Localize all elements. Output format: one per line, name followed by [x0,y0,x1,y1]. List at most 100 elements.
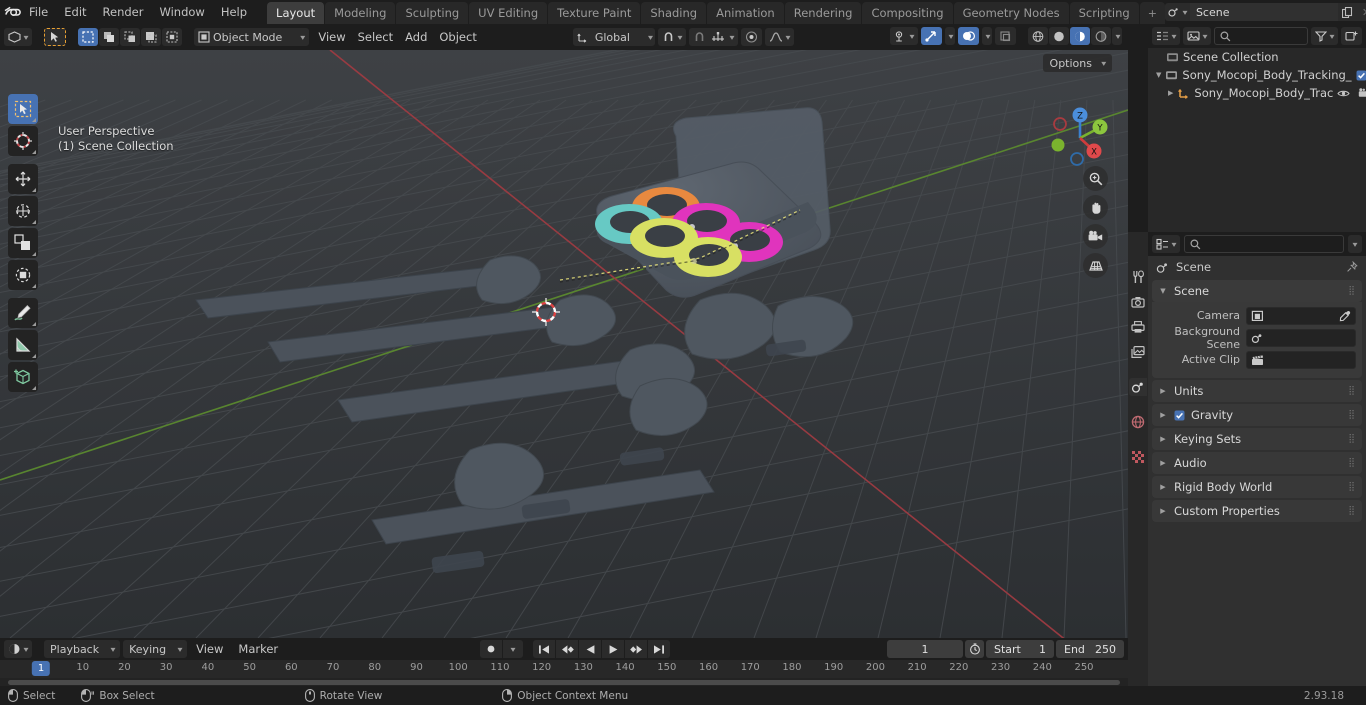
auto-keying-toggle[interactable] [480,640,502,658]
outliner-row-1[interactable]: ▼ Sony_Mocopi_Body_Tracking_ [1148,66,1366,84]
workspace-tab-geometry-nodes[interactable]: Geometry Nodes [953,2,1069,24]
chevron-right-icon[interactable]: ▶ [1158,435,1168,443]
material-preview-icon[interactable] [1069,27,1090,45]
panel-header-rigid-body-world[interactable]: ▶ Rigid Body World ⣿ [1152,476,1362,498]
field-value[interactable] [1246,328,1356,347]
viewport-menu-object[interactable]: Object [433,28,482,46]
rendered-icon[interactable] [1090,27,1111,45]
viewport-menu-select[interactable]: Select [352,28,399,46]
cursor-tool-icon[interactable] [44,28,67,46]
next-keyframe-button[interactable] [625,640,647,658]
camera-view-button[interactable] [1083,224,1108,249]
set-select-icon[interactable] [78,28,99,46]
duplicate-icon[interactable] [1337,3,1357,21]
chevron-right-icon[interactable]: ▶ [1158,483,1168,491]
field-value[interactable] [1246,306,1356,325]
tool-tab[interactable] [1129,268,1147,286]
panel-header-keying-sets[interactable]: ▶ Keying Sets ⣿ [1152,428,1362,450]
add-cube-tool[interactable] [8,362,38,392]
chevron-right-icon[interactable]: ▶ [1158,387,1168,395]
pin-icon[interactable] [1346,261,1358,273]
workspace-tab-animation[interactable]: Animation [707,2,784,24]
outliner-search-input[interactable] [1214,27,1308,45]
overlays-options-dropdown[interactable]: ▾ [981,27,992,45]
object-mode-dropdown[interactable]: Object Mode ▾ [194,28,310,46]
timeline-view-menu[interactable]: View [190,640,229,658]
eyedropper-icon[interactable] [1339,310,1351,322]
menu-window[interactable]: Window [151,2,212,22]
snap-toggle[interactable]: ▾ [657,28,686,46]
zoom-view-button[interactable] [1083,166,1108,191]
timeline-scrollbar[interactable] [0,678,1128,686]
prev-keyframe-button[interactable] [556,640,578,658]
navigation-gizmo[interactable]: Z Y X [1042,100,1118,176]
shading-options-dropdown[interactable]: ▾ [1111,27,1122,45]
add-workspace-button[interactable]: + [1139,2,1165,24]
editor-type-properties-icon[interactable]: ▾ [1152,235,1181,253]
workspace-tab-shading[interactable]: Shading [641,2,707,24]
end-frame-field[interactable]: End 250 [1056,640,1124,658]
menu-file[interactable]: File [21,2,56,22]
new-collection-icon[interactable] [1341,27,1362,45]
timeline-marker-menu[interactable]: Marker [232,640,284,658]
chevron-right-icon[interactable]: ▶ [1158,411,1168,419]
output-tab[interactable] [1129,318,1147,336]
scene-selector[interactable]: ▾ Scene ✕ [1164,3,1366,21]
drag-grip-icon[interactable]: ⣿ [1348,482,1356,491]
gizmo-options-dropdown[interactable]: ▾ [944,27,955,45]
scene-name-field[interactable]: Scene [1189,3,1338,21]
transform-tool[interactable] [8,260,38,290]
intersect-select-icon[interactable] [162,28,183,46]
close-icon[interactable]: ✕ [1356,3,1366,21]
texture-tab[interactable] [1129,448,1147,466]
stopwatch-icon[interactable] [965,640,984,658]
chevron-down-icon[interactable]: ▾ [1347,235,1362,253]
panel-checkbox[interactable] [1174,410,1185,421]
chevron-right-icon[interactable]: ▶ [1168,89,1173,97]
panel-header-audio[interactable]: ▶ Audio ⣿ [1152,452,1362,474]
chevron-down-icon[interactable]: ▼ [1156,71,1161,79]
jump-start-button[interactable] [533,640,555,658]
display-mode-dropdown[interactable]: ▾ [1183,27,1212,45]
drag-grip-icon[interactable]: ⣿ [1348,458,1356,467]
menu-render[interactable]: Render [95,2,152,22]
drag-grip-icon[interactable]: ⣿ [1348,506,1356,515]
workspace-tab-layout[interactable]: Layout [267,2,325,24]
toggle-perspective-button[interactable] [1083,253,1108,278]
row-checkbox[interactable] [1356,70,1366,81]
chevron-right-icon[interactable]: ▶ [1158,507,1168,515]
drag-grip-icon[interactable]: ⣿ [1348,286,1356,295]
render-tab[interactable] [1129,293,1147,311]
play-reverse-button[interactable] [579,640,601,658]
auto-keying-options[interactable]: ▾ [503,640,523,658]
panel-header-units[interactable]: ▶ Units ⣿ [1152,380,1362,402]
workspace-tab-rendering[interactable]: Rendering [784,2,862,24]
outliner-row-0[interactable]: Scene Collection [1148,48,1366,66]
subtract-select-icon[interactable] [120,28,141,46]
keying-menu[interactable]: Keying ▾ [123,640,188,658]
pan-view-button[interactable] [1083,195,1108,220]
chevron-down-icon[interactable]: ▼ [1158,287,1168,295]
workspace-tab-modeling[interactable]: Modeling [325,2,396,24]
snap-settings[interactable]: ▾ [688,28,738,46]
scale-tool[interactable] [8,228,38,258]
field-value[interactable] [1246,350,1356,369]
current-frame-field[interactable]: 1 [887,640,963,658]
play-button[interactable] [602,640,624,658]
cursor-tool[interactable] [8,126,38,156]
viewport-menu-view[interactable]: View [312,28,351,46]
scene-tab[interactable] [1129,378,1147,396]
solid-icon[interactable] [1048,27,1069,45]
proportional-editing-toggle[interactable] [740,28,762,46]
timeline-playhead[interactable]: 1 [31,661,51,676]
drag-grip-icon[interactable]: ⣿ [1348,410,1356,419]
camera-icon[interactable] [1358,87,1366,99]
panel-header-gravity[interactable]: ▶ Gravity ⣿ [1152,404,1362,426]
menu-edit[interactable]: Edit [56,2,94,22]
viewport-canvas[interactable]: User Perspective (1) Scene Collection Z … [0,50,1128,638]
editor-type-3dview-icon[interactable]: ▾ [4,28,33,46]
xray-toggle[interactable] [994,27,1016,45]
falloff-dropdown[interactable]: ▾ [764,28,794,46]
viewport-menu-add[interactable]: Add [399,28,433,46]
move-tool[interactable] [8,164,38,194]
